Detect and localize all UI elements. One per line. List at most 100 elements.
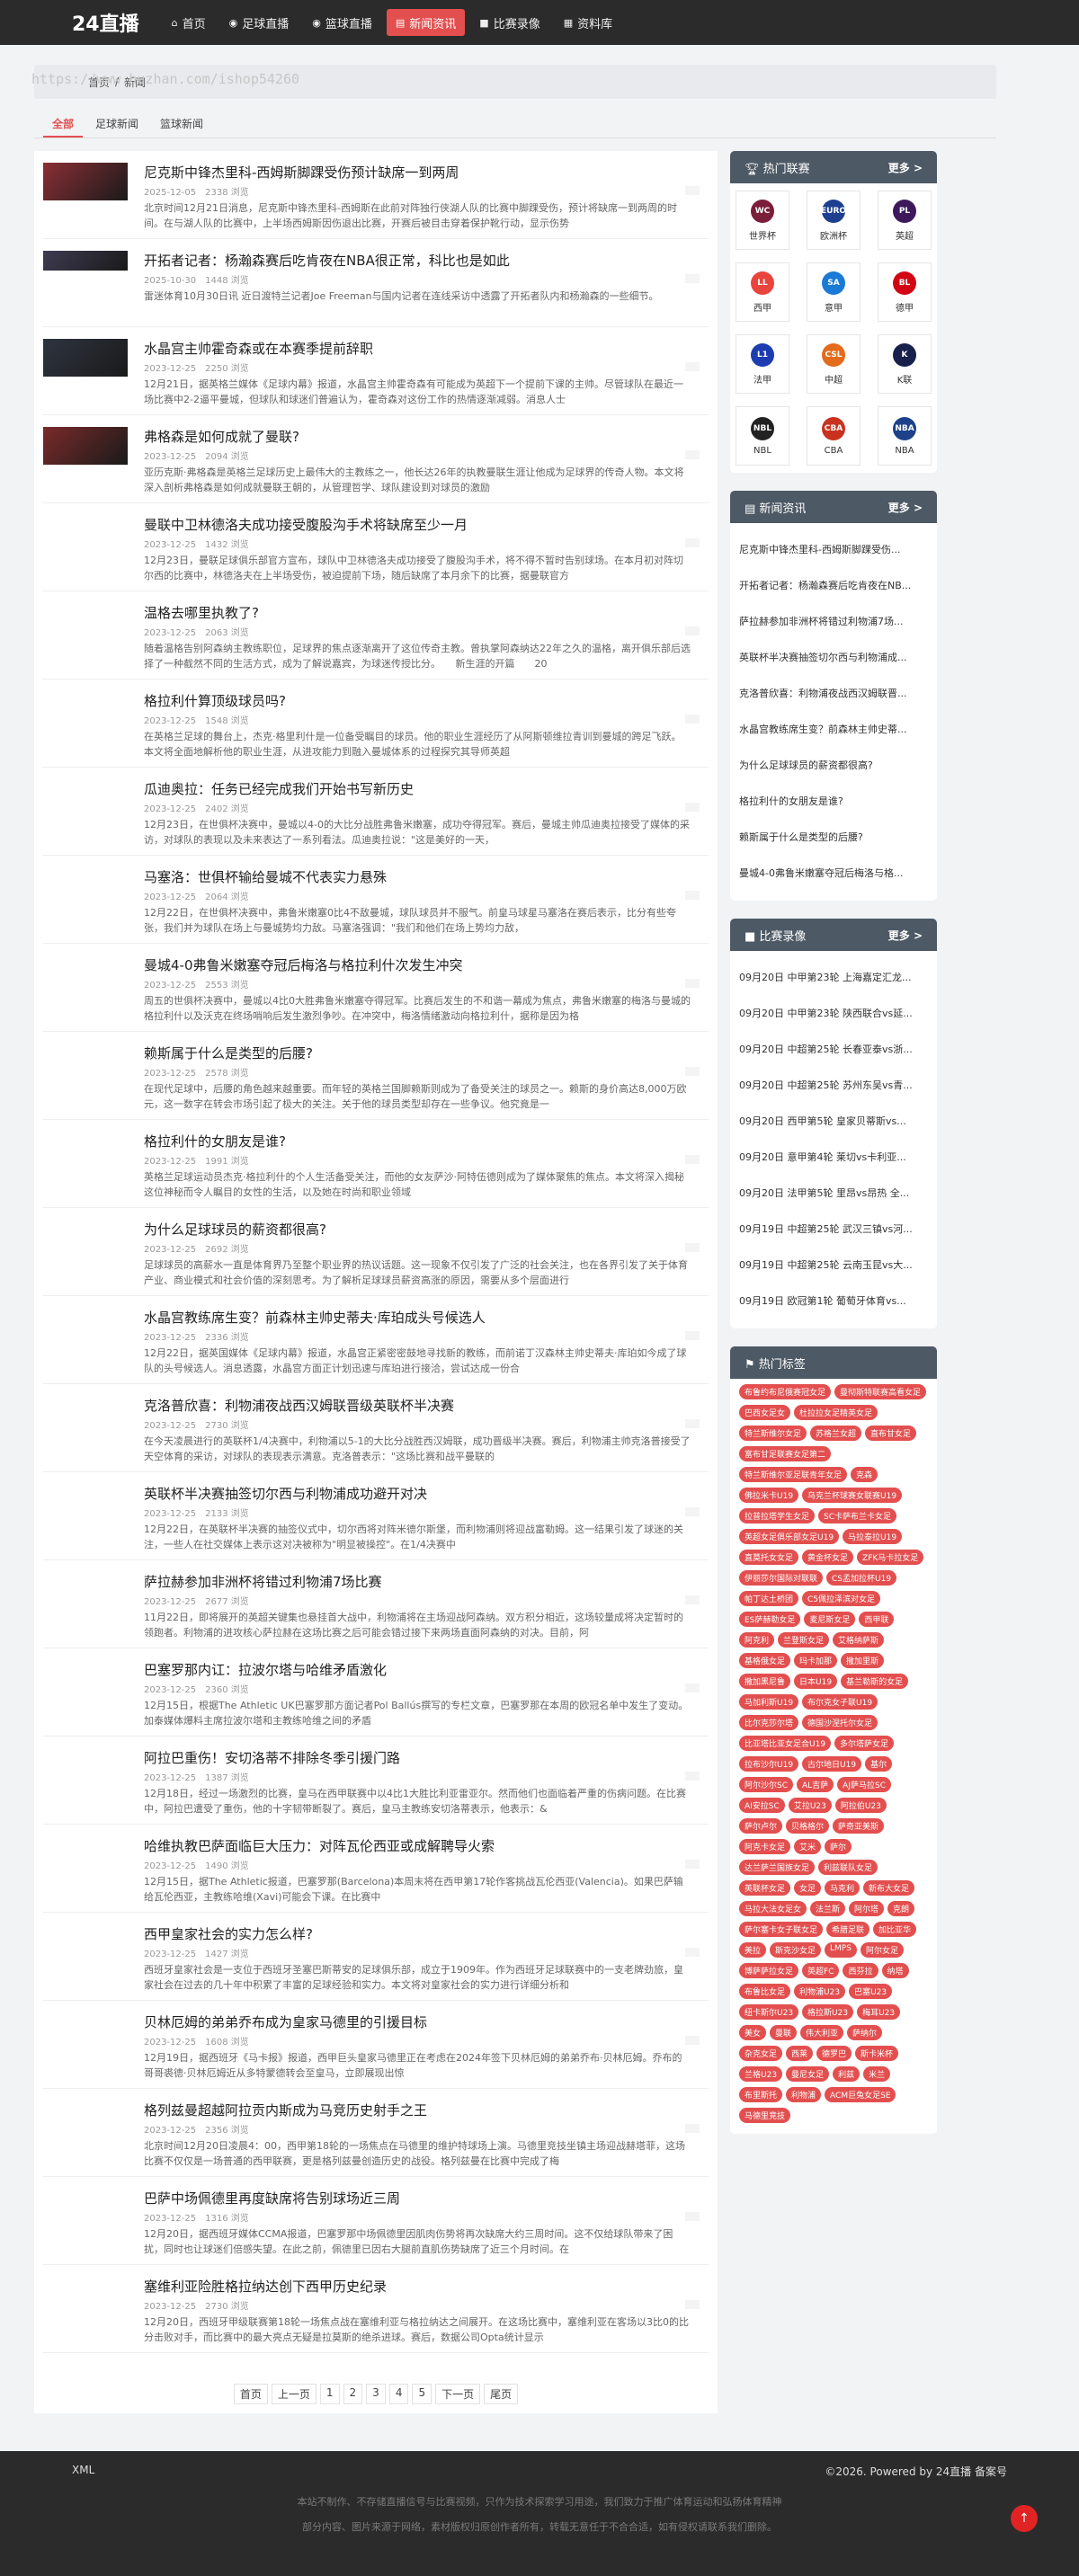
tag-item[interactable]: 布鲁约布尼俄赛冠女足: [739, 1384, 832, 1399]
tag-item[interactable]: 阿尔塔: [849, 1901, 885, 1916]
tag-item[interactable]: 阿尔女足: [860, 1942, 904, 1958]
article-title[interactable]: 尼克斯中锋杰里科-西姆斯脚踝受伤预计缺席一到两周: [144, 164, 459, 181]
tag-item[interactable]: 曼联: [770, 2025, 798, 2040]
article-item[interactable]: 阿拉巴重伤！安切洛蒂不排除冬季引援门路 2023-12-25 1387 浏览 12月1…: [43, 1737, 709, 1825]
article-title[interactable]: 格列兹曼超越阿拉贡内斯成为马竞历史射手之王: [144, 2102, 427, 2119]
tag-item[interactable]: SC卡萨布兰卡女足: [818, 1508, 897, 1523]
article-item[interactable]: 英联杯半决赛抽签切尔西与利物浦成功避开对决 2023-12-25 2133 浏览 12…: [43, 1472, 709, 1560]
tag-item[interactable]: 伟大利亚: [800, 2025, 844, 2040]
article-title[interactable]: 萨拉赫参加非洲杯将错过利物浦7场比赛: [144, 1574, 382, 1590]
article-item[interactable]: 开拓者记者：杨瀚森赛后吃肯夜在NBA很正常，科比也是如此 2025-10-30 14…: [43, 239, 709, 327]
article-title[interactable]: 温格去哪里执教了?: [144, 605, 259, 621]
tag-item[interactable]: C5佩拉泽滨对女足: [802, 1591, 881, 1606]
nav-item-0[interactable]: ⌂ 首页: [163, 9, 215, 36]
league-card[interactable]: LL 西甲: [736, 262, 789, 322]
tag-item[interactable]: 阿拉伯U23: [834, 1798, 887, 1813]
tag-item[interactable]: CS孟加拉杯U19: [826, 1570, 897, 1586]
article-thumbnail[interactable]: [43, 251, 128, 271]
tag-item[interactable]: 帕丁达土桥团: [739, 1591, 799, 1606]
league-card[interactable]: NBL NBL: [736, 406, 789, 466]
tag-item[interactable]: 法兰斯: [810, 1901, 846, 1916]
league-card[interactable]: EURO 欧洲杯: [807, 191, 861, 250]
tag-item[interactable]: 米兰: [863, 2066, 891, 2082]
tag-item[interactable]: 利兹联队女足: [818, 1860, 878, 1875]
article-title[interactable]: 曼城4-0弗鲁米嫩塞夺冠后梅洛与格拉利什次发生冲突: [144, 957, 463, 973]
tag-item[interactable]: 博萨萨拉女足: [739, 1963, 799, 1978]
article-title[interactable]: 开拓者记者：杨瀚森赛后吃肯夜在NBA很正常，科比也是如此: [144, 253, 510, 269]
tag-item[interactable]: ZFK马卡拉女足: [857, 1550, 924, 1565]
tag-item[interactable]: 纽卡斯尔U23: [739, 2004, 799, 2020]
tag-item[interactable]: 女足: [794, 1880, 822, 1896]
sidebar-video-item[interactable]: 09月19日 欧冠第1轮 葡萄牙体育vs...: [739, 1284, 928, 1319]
tag-item[interactable]: 英联杯女足: [739, 1880, 791, 1896]
tag-item[interactable]: LMPS: [825, 1942, 857, 1958]
article-item[interactable]: 弗格森是如何成就了曼联? 2023-12-25 2094 浏览 亚历克斯·弗格森是英格…: [43, 415, 709, 503]
league-card[interactable]: NBA NBA: [878, 406, 932, 466]
sidebar-video-item[interactable]: 09月20日 意甲第4轮 莱切vs卡利亚...: [739, 1140, 928, 1176]
pager-item-5[interactable]: 4: [388, 2384, 409, 2404]
article-title[interactable]: 巴萨中场佩德里再度缺席将告别球场近三周: [144, 2190, 400, 2207]
tag-item[interactable]: 拉普拉塔学生女足: [739, 1508, 816, 1523]
sidebar-video-item[interactable]: 09月19日 中超第25轮 云南玉昆vs大...: [739, 1248, 928, 1284]
tag-item[interactable]: 西甲联: [859, 1612, 895, 1627]
sidebar-news-item[interactable]: 为什么足球球员的薪资都很高?: [739, 748, 928, 784]
article-item[interactable]: 马塞洛：世俱杯输给曼城不代表实力悬殊 2023-12-25 2064 浏览 12月22…: [43, 856, 709, 944]
sidebar-video-item[interactable]: 09月20日 西甲第5轮 皇家贝蒂斯vs...: [739, 1104, 928, 1140]
sidebar-news-item[interactable]: 曼城4-0弗鲁米嫩塞夺冠后梅洛与格...: [739, 856, 928, 892]
tag-item[interactable]: 撒加里斯: [841, 1653, 885, 1668]
tag-item[interactable]: 布尔克女子联U19: [802, 1694, 878, 1710]
tag-item[interactable]: 比尔克莎尔塔: [739, 1715, 799, 1730]
tag-item[interactable]: 西芬拉: [843, 1963, 878, 1978]
league-card[interactable]: CSL 中超: [807, 334, 861, 394]
hot-leagues-more-link[interactable]: 更多 >: [888, 160, 923, 175]
tag-item[interactable]: 希腊足联: [826, 1922, 870, 1937]
tag-item[interactable]: 撒加黑尼鲁: [739, 1674, 791, 1689]
tag-item[interactable]: 马德里竞技: [739, 2108, 791, 2123]
article-title[interactable]: 马塞洛：世俱杯输给曼城不代表实力悬殊: [144, 869, 387, 885]
pager-item-4[interactable]: 3: [366, 2384, 386, 2404]
article-title[interactable]: 水晶宫主帅霍奇森或在本赛季提前辞职: [144, 341, 373, 357]
tag-item[interactable]: 伊丽莎尔国际对联联: [739, 1570, 824, 1586]
tag-item[interactable]: 利物浦U23: [794, 1984, 846, 1999]
tag-item[interactable]: 直布甘女足: [865, 1426, 917, 1441]
article-item[interactable]: 温格去哪里执教了? 2023-12-25 2063 浏览 随着温格告别阿森纳主教练职位…: [43, 591, 709, 680]
tag-item[interactable]: 布里斯托: [739, 2087, 783, 2102]
sidebar-video-item[interactable]: 09月20日 中甲第23轮 陕西联合vs延...: [739, 996, 928, 1032]
tag-item[interactable]: 巴西女足女: [739, 1405, 791, 1420]
tag-item[interactable]: 利物浦: [786, 2087, 822, 2102]
pager-item-0[interactable]: 首页: [233, 2384, 268, 2404]
tag-item[interactable]: 拉布沙尔U19: [739, 1756, 799, 1772]
tag-item[interactable]: 马拉大法女足女: [739, 1901, 807, 1916]
tag-item[interactable]: 兰登斯女足: [778, 1632, 830, 1648]
tag-item[interactable]: 萨奇亚美斯: [833, 1818, 885, 1834]
sidebar-news-item[interactable]: 克洛普欣喜：利物浦夜战西汉姆联晋...: [739, 676, 928, 712]
article-item[interactable]: 曼联中卫林德洛夫成功接受腹股沟手术将缺席至少一月 2023-12-25 1432 浏…: [43, 503, 709, 591]
article-item[interactable]: 巴萨中场佩德里再度缺席将告别球场近三周 2023-12-25 1316 浏览 12月2…: [43, 2177, 709, 2265]
sidebar-video-item[interactable]: 09月20日 中甲第23轮 上海嘉定汇龙...: [739, 960, 928, 996]
tag-item[interactable]: 艾米: [794, 1839, 822, 1854]
tag-item[interactable]: 布鲁比女足: [739, 1984, 791, 1999]
tag-item[interactable]: ES萨赫勒女足: [739, 1612, 801, 1627]
tag-item[interactable]: 古尔地日U19: [802, 1756, 862, 1772]
tag-item[interactable]: 美女: [739, 2025, 767, 2040]
article-item[interactable]: 瓜迪奥拉：任务已经完成我们开始书写新历史 2023-12-25 2402 浏览 12月…: [43, 768, 709, 856]
article-item[interactable]: 巴塞罗那内讧：拉波尔塔与哈维矛盾激化 2023-12-25 2360 浏览 12月15…: [43, 1648, 709, 1737]
tag-item[interactable]: 格拉斯U23: [802, 2004, 854, 2020]
article-item[interactable]: 哈维执教巴萨面临巨大压力：对阵瓦伦西亚或成解聘导火索 2023-12-25 1490…: [43, 1825, 709, 1913]
tag-item[interactable]: 斯卡米杯: [855, 2046, 899, 2061]
tag-item[interactable]: AI安拉SC: [739, 1798, 785, 1813]
article-item[interactable]: 萨拉赫参加非洲杯将错过利物浦7场比赛 2023-12-25 2677 浏览 11月22…: [43, 1560, 709, 1648]
article-thumbnail[interactable]: [43, 427, 128, 465]
tag-item[interactable]: 美拉: [739, 1942, 767, 1958]
article-title[interactable]: 格拉利什的女朋友是谁?: [144, 1133, 286, 1150]
tag-item[interactable]: 西莱: [786, 2046, 814, 2061]
article-title[interactable]: 赖斯属于什么是类型的后腰?: [144, 1045, 313, 1061]
tag-item[interactable]: AJ萨马拉SC: [837, 1777, 891, 1792]
article-title[interactable]: 瓜迪奥拉：任务已经完成我们开始书写新历史: [144, 781, 414, 797]
tag-item[interactable]: ACM巨兔女足SE: [825, 2087, 896, 2102]
article-item[interactable]: 克洛普欣喜：利物浦夜战西汉姆联晋级英联杯半决赛 2023-12-25 2730 浏览…: [43, 1384, 709, 1472]
nav-item-2[interactable]: ◉ 篮球直播: [303, 9, 381, 36]
article-title[interactable]: 哈维执教巴萨面临巨大压力：对阵瓦伦西亚或成解聘导火索: [144, 1838, 495, 1854]
tag-item[interactable]: 英超女足俱乐部女足U19: [739, 1529, 840, 1544]
tag-item[interactable]: 阿尔沙尔SC: [739, 1777, 793, 1792]
